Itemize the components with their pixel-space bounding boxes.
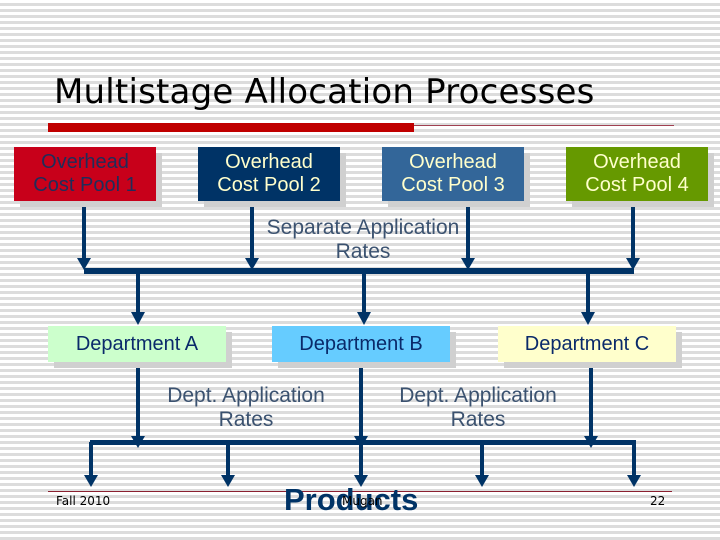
cost-pool-1-line2: Cost Pool 1 xyxy=(33,174,137,196)
cost-pool-2: Overhead Cost Pool 2 xyxy=(198,147,340,201)
cost-pool-3-line2: Cost Pool 3 xyxy=(401,174,505,196)
arrow-to-department-c xyxy=(581,272,595,325)
arrow-product-2 xyxy=(221,442,235,487)
arrow-department-a-down xyxy=(131,368,145,448)
arrow-to-department-b xyxy=(357,272,371,325)
department-a: Department A xyxy=(48,326,226,362)
arrow-department-b-down xyxy=(354,368,368,448)
arrow-pool-1 xyxy=(77,207,91,270)
dept-rates-2-line1: Dept. Application xyxy=(399,384,557,407)
arrow-product-3 xyxy=(354,442,368,487)
arrow-product-1 xyxy=(84,442,98,487)
cost-pool-2-line2: Cost Pool 2 xyxy=(217,174,321,196)
arrow-product-5 xyxy=(627,442,641,487)
separate-rates-line2: Rates xyxy=(335,240,391,263)
arrow-department-c-down xyxy=(584,368,598,448)
cost-pool-4-line2: Cost Pool 4 xyxy=(585,174,689,196)
arrow-product-4 xyxy=(475,442,489,487)
footer-date: Fall 2010 xyxy=(56,494,111,508)
footer-author: Mugan xyxy=(342,494,383,508)
flow-connectors xyxy=(77,207,641,487)
cost-pool-3: Overhead Cost Pool 3 xyxy=(382,147,524,201)
department-b: Department B xyxy=(272,326,450,362)
pool-bus-bar xyxy=(84,268,634,274)
cost-pool-2-line1: Overhead xyxy=(225,151,313,173)
cost-pool-4: Overhead Cost Pool 4 xyxy=(566,147,708,201)
dept-rates-1-line1: Dept. Application xyxy=(167,384,325,407)
cost-pool-4-line1: Overhead xyxy=(593,151,681,173)
department-c: Department C xyxy=(498,326,676,362)
dept-rates-2-line2: Rates xyxy=(450,408,506,431)
separate-rates-line1: Separate Application xyxy=(266,216,460,239)
footer-page-number: 22 xyxy=(650,494,666,508)
cost-pool-3-line1: Overhead xyxy=(409,151,497,173)
arrow-pool-4 xyxy=(626,207,640,270)
dept-application-rates-label-2: Dept. Application Rates xyxy=(380,384,576,432)
dept-application-rates-label-1: Dept. Application Rates xyxy=(148,384,344,432)
dept-rates-1-line2: Rates xyxy=(218,408,274,431)
cost-pool-1-line1: Overhead xyxy=(41,151,129,173)
arrow-to-department-a xyxy=(131,272,145,325)
separate-application-rates-label: Separate Application Rates xyxy=(252,216,474,264)
cost-pool-1: Overhead Cost Pool 1 xyxy=(14,147,156,201)
